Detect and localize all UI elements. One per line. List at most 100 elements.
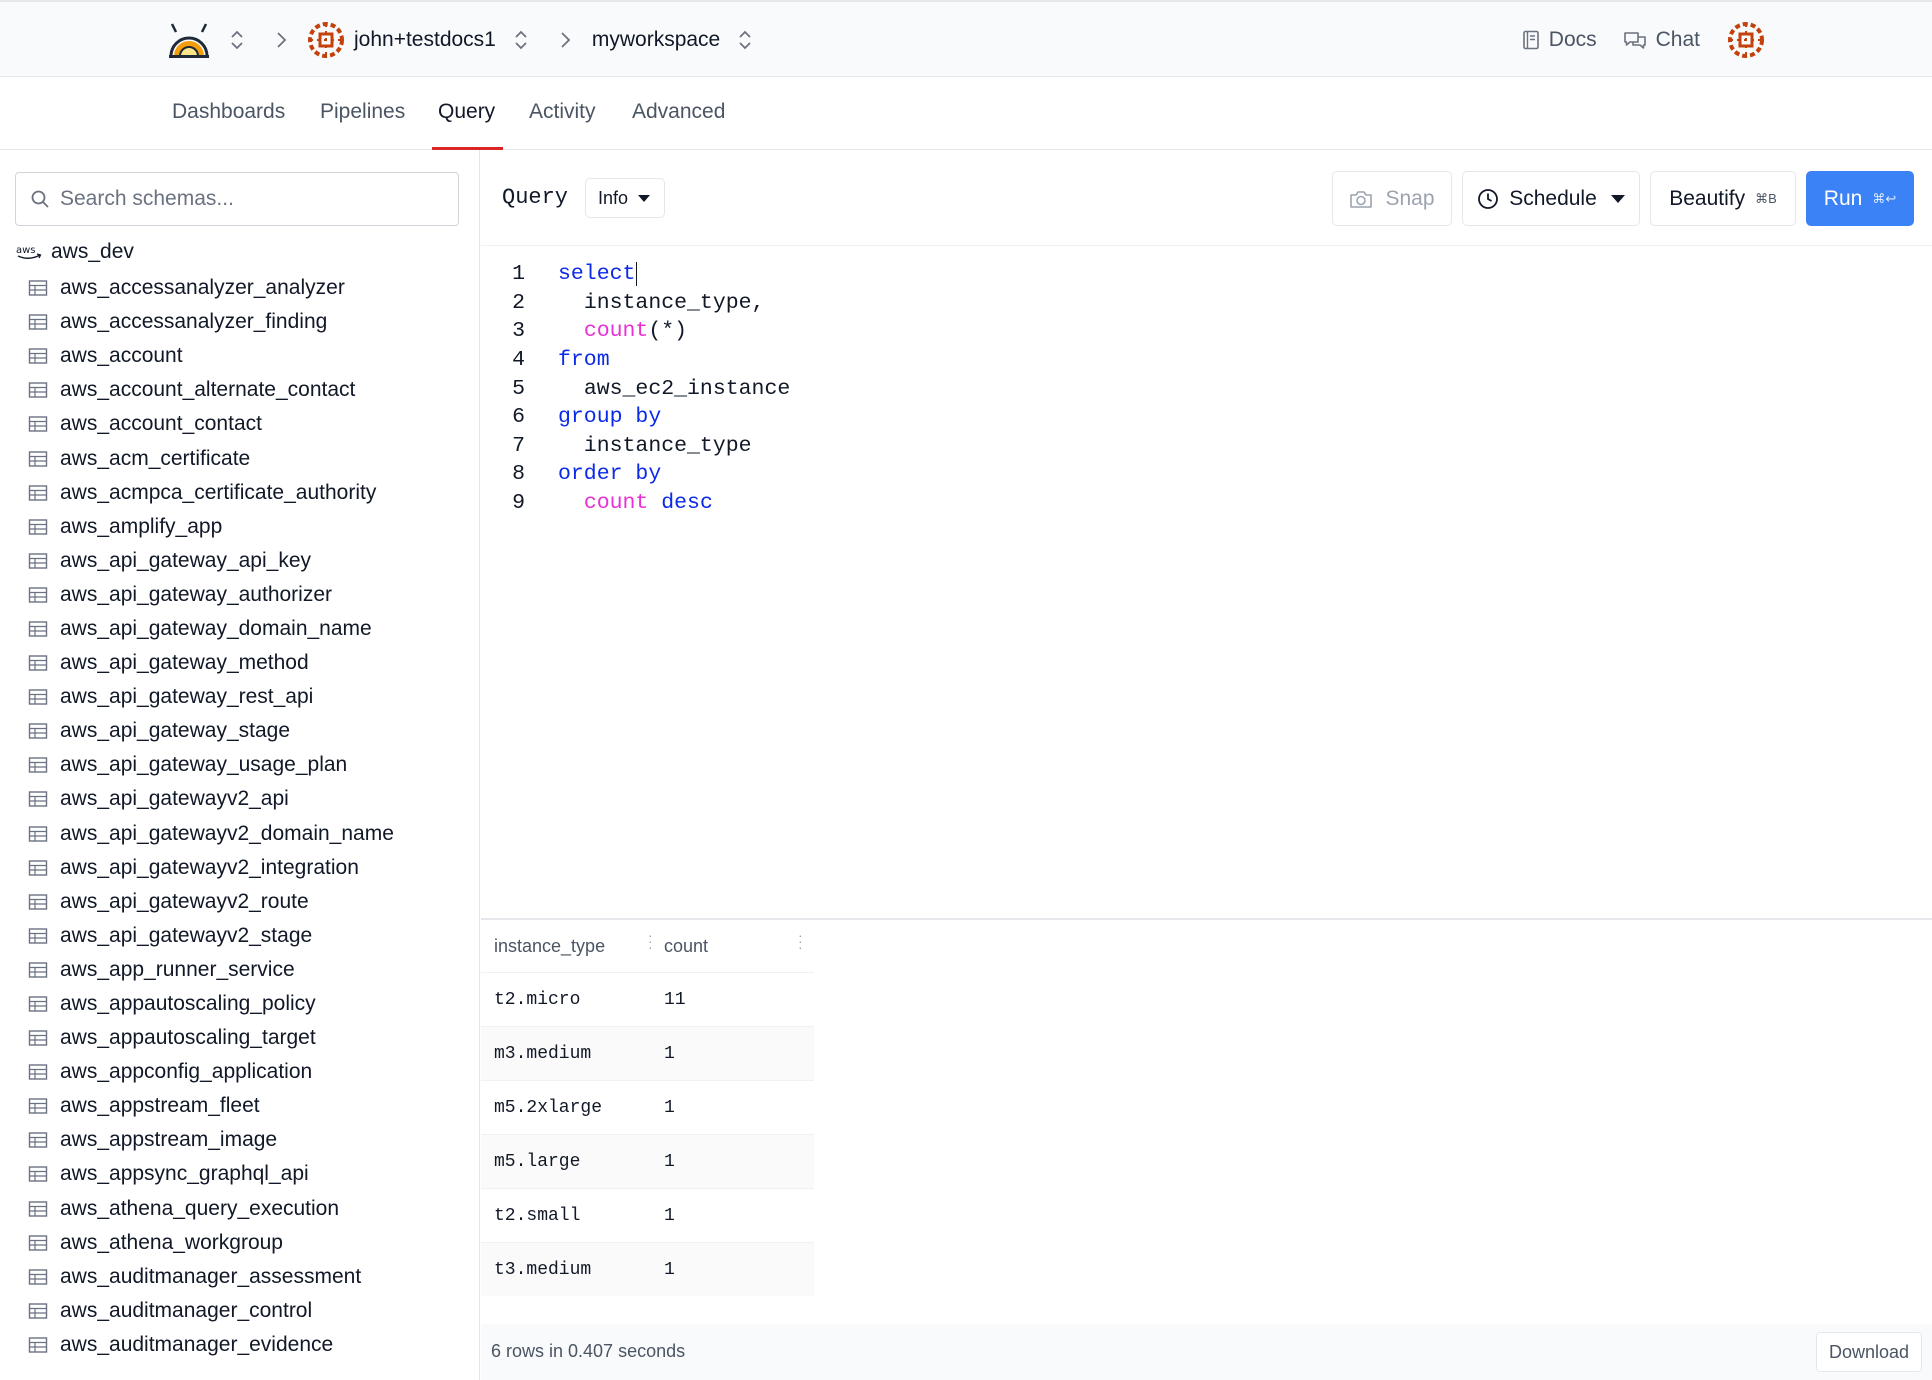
tab-dashboards[interactable]: Dashboards xyxy=(166,77,291,150)
editor-line: 3 count (*) xyxy=(481,317,687,346)
sidebar-table-item[interactable]: aws_appstream_image xyxy=(28,1123,394,1157)
sidebar-table-item[interactable]: aws_api_gatewayv2_domain_name xyxy=(28,817,394,851)
updown-icon[interactable] xyxy=(512,27,530,53)
sidebar-table-item[interactable]: aws_api_gateway_method xyxy=(28,646,394,680)
schedule-button[interactable]: Schedule xyxy=(1462,171,1640,226)
line-number: 9 xyxy=(512,491,525,516)
sidebar-table-label: aws_auditmanager_assessment xyxy=(60,1264,362,1288)
sidebar-table-item[interactable]: aws_accessanalyzer_analyzer xyxy=(28,271,394,305)
snap-button[interactable]: Snap xyxy=(1332,171,1452,226)
org-avatar-icon[interactable] xyxy=(308,21,344,58)
sidebar-table-label: aws_api_gateway_stage xyxy=(60,719,290,743)
sidebar-table-item[interactable]: aws_api_gatewayv2_api xyxy=(28,782,394,816)
info-dropdown[interactable]: Info xyxy=(585,178,665,218)
sidebar-table-item[interactable]: aws_api_gatewayv2_route xyxy=(28,885,394,919)
sidebar-table-item[interactable]: aws_appconfig_application xyxy=(28,1055,394,1089)
table-icon xyxy=(28,1336,60,1354)
updown-icon[interactable] xyxy=(736,27,754,53)
sidebar-table-item[interactable]: aws_api_gateway_stage xyxy=(28,714,394,748)
table-row[interactable]: m5.large 1 xyxy=(481,1134,814,1188)
sidebar-table-item[interactable]: aws_athena_workgroup xyxy=(28,1226,394,1260)
editor-line: 9 count desc xyxy=(481,489,713,518)
account-name[interactable]: john+testdocs1 xyxy=(354,28,496,52)
sidebar-table-item[interactable]: aws_acm_certificate xyxy=(28,441,394,475)
table-icon xyxy=(28,552,60,570)
sidebar-table-item[interactable]: aws_api_gateway_domain_name xyxy=(28,612,394,646)
column-menu-icon[interactable]: · · · xyxy=(798,928,803,954)
docs-link[interactable]: Docs xyxy=(1522,28,1597,52)
camera-icon xyxy=(1350,190,1373,208)
sidebar-table-item[interactable]: aws_auditmanager_control xyxy=(28,1294,394,1328)
sidebar-table-item[interactable]: aws_appstream_fleet xyxy=(28,1089,394,1123)
editor-line: 6 group by xyxy=(481,403,661,432)
results-header: instance_type · · · count · · · xyxy=(481,920,814,972)
schema-item[interactable]: aws aws_dev xyxy=(15,237,134,267)
sidebar-table-label: aws_appautoscaling_policy xyxy=(60,992,316,1016)
sidebar-table-label: aws_amplify_app xyxy=(60,514,223,538)
tab-activity[interactable]: Activity xyxy=(523,77,602,150)
sidebar-table-item[interactable]: aws_auditmanager_evidence xyxy=(28,1328,394,1362)
sidebar-table-item[interactable]: aws_auditmanager_assessment xyxy=(28,1260,394,1294)
sidebar-table-label: aws_appstream_image xyxy=(60,1128,278,1152)
sidebar-table-item[interactable]: aws_appautoscaling_policy xyxy=(28,987,394,1021)
sidebar-table-item[interactable]: aws_app_runner_service xyxy=(28,953,394,987)
sidebar-table-item[interactable]: aws_appsync_graphql_api xyxy=(28,1157,394,1191)
sidebar-table-item[interactable]: aws_api_gateway_rest_api xyxy=(28,680,394,714)
table-icon xyxy=(28,1165,60,1183)
chat-label: Chat xyxy=(1655,27,1700,51)
column-header-count[interactable]: count · · · xyxy=(664,928,814,957)
table-row[interactable]: m5.2xlarge 1 xyxy=(481,1080,814,1134)
sidebar-table-item[interactable]: aws_account_contact xyxy=(28,407,394,441)
table-row[interactable]: m3.medium 1 xyxy=(481,1026,814,1080)
sidebar-table-label: aws_appsync_graphql_api xyxy=(60,1162,309,1186)
sidebar-table-item[interactable]: aws_api_gateway_usage_plan xyxy=(28,748,394,782)
sidebar-table-item[interactable]: aws_accessanalyzer_finding xyxy=(28,305,394,339)
table-icon xyxy=(28,484,60,502)
sidebar-table-item[interactable]: aws_acmpca_certificate_authority xyxy=(28,476,394,510)
table-icon xyxy=(28,1029,60,1047)
table-row[interactable]: t2.small 1 xyxy=(481,1188,814,1242)
tab-query[interactable]: Query xyxy=(432,77,503,150)
table-row[interactable]: t2.micro 11 xyxy=(481,972,814,1026)
table-row[interactable]: t3.medium 1 xyxy=(481,1242,814,1296)
query-panel: Query Info Snap Schedule Beautify ⌘B Run… xyxy=(481,150,1932,1380)
user-avatar-icon[interactable] xyxy=(1728,21,1764,58)
sidebar-table-label: aws_api_gatewayv2_integration xyxy=(60,855,359,879)
sql-function: count xyxy=(583,491,649,516)
sql-editor[interactable]: 1 select 2 instance_type, 3 count (*) 4 from 5 … xyxy=(481,246,1932,918)
sidebar-table-item[interactable]: aws_api_gateway_authorizer xyxy=(28,578,394,612)
tab-pipelines[interactable]: Pipelines xyxy=(314,77,411,150)
search-icon xyxy=(31,190,49,208)
chat-link[interactable]: Chat xyxy=(1623,28,1700,52)
sidebar-table-item[interactable]: aws_appautoscaling_target xyxy=(28,1021,394,1055)
sidebar-table-item[interactable]: aws_athena_query_execution xyxy=(28,1192,394,1226)
column-menu-icon[interactable]: · · · xyxy=(648,928,653,954)
table-list: aws_accessanalyzer_analyzer aws_accessana… xyxy=(28,271,394,1362)
sidebar-table-item[interactable]: aws_account_alternate_contact xyxy=(28,373,394,407)
search-input[interactable] xyxy=(60,187,440,211)
sidebar-table-item[interactable]: aws_amplify_app xyxy=(28,510,394,544)
updown-icon[interactable] xyxy=(228,27,246,53)
sidebar-table-label: aws_api_gateway_authorizer xyxy=(60,582,333,606)
download-button[interactable]: Download xyxy=(1816,1332,1922,1372)
sidebar-table-item[interactable]: aws_api_gatewayv2_stage xyxy=(28,919,394,953)
nav-tabs: Dashboards Pipelines Query Activity Adva… xyxy=(0,77,1932,150)
steampipe-logo-icon[interactable] xyxy=(166,20,212,60)
sidebar-table-label: aws_athena_query_execution xyxy=(60,1196,340,1220)
sidebar-table-label: aws_accessanalyzer_analyzer xyxy=(60,276,345,300)
cell-count: 1 xyxy=(664,1151,675,1172)
sidebar-table-item[interactable]: aws_api_gatewayv2_integration xyxy=(28,851,394,885)
beautify-button[interactable]: Beautify ⌘B xyxy=(1650,171,1796,226)
workspace-name[interactable]: myworkspace xyxy=(592,28,720,52)
sidebar-table-label: aws_api_gatewayv2_api xyxy=(60,787,289,811)
breadcrumb: john+testdocs1 myworkspace xyxy=(166,2,754,77)
sidebar-table-item[interactable]: aws_api_gateway_api_key xyxy=(28,544,394,578)
cell-count: 11 xyxy=(664,989,686,1010)
run-button[interactable]: Run ⌘↩ xyxy=(1806,171,1914,226)
tab-advanced[interactable]: Advanced xyxy=(626,77,731,150)
table-icon xyxy=(28,722,60,740)
sidebar-table-item[interactable]: aws_account xyxy=(28,339,394,373)
column-header-instance-type[interactable]: instance_type · · · xyxy=(481,928,664,957)
